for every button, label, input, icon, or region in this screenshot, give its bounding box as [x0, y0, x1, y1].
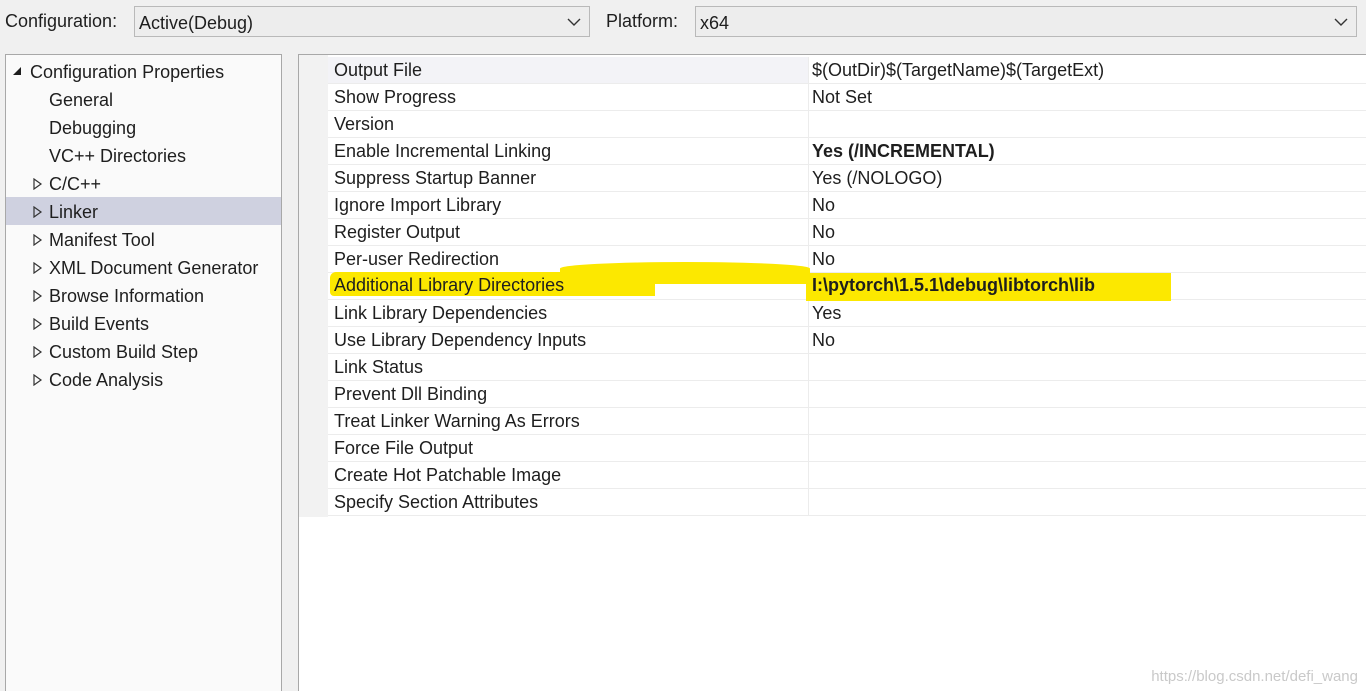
triangle-right-icon[interactable]: [33, 374, 43, 386]
tree-item-label: Configuration Properties: [30, 62, 225, 82]
tree-item-label: Browse Information: [49, 286, 205, 306]
tree-item-xml-document-generator[interactable]: XML Document Generator: [6, 253, 281, 281]
property-value[interactable]: No: [812, 219, 835, 248]
property-row-link-library-dependencies[interactable]: Link Library Dependencies Yes: [328, 300, 1366, 327]
property-value[interactable]: $(OutDir)$(TargetName)$(TargetExt): [812, 57, 1104, 86]
property-value[interactable]: Yes (/NOLOGO): [812, 165, 942, 194]
triangle-right-icon[interactable]: [33, 262, 43, 274]
property-name: Specify Section Attributes: [334, 492, 539, 512]
configuration-label: Configuration:: [5, 11, 118, 31]
tree-item-label: Build Events: [49, 314, 150, 334]
property-row-treat-linker-warning-as-errors[interactable]: Treat Linker Warning As Errors: [328, 408, 1366, 435]
chevron-down-icon: [1334, 18, 1348, 26]
property-row-specify-section-attributes[interactable]: Specify Section Attributes: [328, 489, 1366, 516]
triangle-right-icon[interactable]: [33, 234, 43, 246]
property-name: Show Progress: [334, 87, 457, 107]
property-name: Register Output: [334, 222, 461, 242]
triangle-down-icon[interactable]: [12, 66, 22, 78]
property-row-link-status[interactable]: Link Status: [328, 354, 1366, 381]
property-name: Output File: [328, 57, 808, 83]
tree-item-label: XML Document Generator: [49, 258, 259, 278]
property-value[interactable]: No: [812, 327, 835, 356]
property-row-per-user-redirection[interactable]: Per-user Redirection No: [328, 246, 1366, 273]
property-grid: Output File $(OutDir)$(TargetName)$(Targ…: [298, 54, 1366, 691]
property-name: Version: [334, 114, 395, 134]
tree-item-label: VC++ Directories: [49, 146, 187, 166]
property-name: Suppress Startup Banner: [334, 168, 537, 188]
property-row-register-output[interactable]: Register Output No: [328, 219, 1366, 246]
tree-item-label: Manifest Tool: [49, 230, 155, 250]
property-grid-gutter: [299, 55, 328, 517]
property-name: Link Library Dependencies: [334, 303, 548, 323]
property-name: Force File Output: [334, 438, 474, 458]
tree-item-browse-information[interactable]: Browse Information: [6, 281, 281, 309]
property-row-additional-library-directories[interactable]: Additional Library Directories I:\pytorc…: [328, 272, 1366, 299]
tree-item-manifest-tool[interactable]: Manifest Tool: [6, 225, 281, 253]
platform-dropdown[interactable]: x64: [695, 6, 1357, 37]
property-name: Prevent Dll Binding: [334, 384, 488, 404]
property-name: Treat Linker Warning As Errors: [334, 411, 580, 431]
property-name: Enable Incremental Linking: [334, 141, 552, 161]
tree-item-label: Code Analysis: [49, 370, 164, 390]
triangle-right-icon[interactable]: [33, 346, 43, 358]
property-category-tree: Configuration Properties General Debuggi…: [5, 54, 282, 691]
property-name: Link Status: [334, 357, 424, 377]
property-row-version[interactable]: Version: [328, 111, 1366, 138]
tree-item-build-events[interactable]: Build Events: [6, 309, 281, 337]
property-row-create-hot-patchable-image[interactable]: Create Hot Patchable Image: [328, 462, 1366, 489]
property-name: Create Hot Patchable Image: [334, 465, 562, 485]
property-name: Ignore Import Library: [334, 195, 502, 215]
configuration-dropdown[interactable]: Active(Debug): [134, 6, 590, 37]
property-row-output-file[interactable]: Output File $(OutDir)$(TargetName)$(Targ…: [328, 57, 1366, 84]
property-row-enable-incremental-linking[interactable]: Enable Incremental Linking Yes (/INCREME…: [328, 138, 1366, 165]
tree-item-linker[interactable]: Linker: [6, 197, 281, 225]
tree-item-general[interactable]: General: [6, 85, 281, 113]
tree-item-label: Linker: [49, 202, 99, 222]
property-row-prevent-dll-binding[interactable]: Prevent Dll Binding: [328, 381, 1366, 408]
tree-item-debugging[interactable]: Debugging: [6, 113, 281, 141]
property-name: Use Library Dependency Inputs: [334, 330, 587, 350]
platform-value: x64: [700, 13, 730, 33]
watermark: https://blog.csdn.net/defi_wang: [1151, 668, 1358, 685]
property-row-use-library-dependency-inputs[interactable]: Use Library Dependency Inputs No: [328, 327, 1366, 354]
chevron-down-icon: [567, 18, 581, 26]
property-row-suppress-startup-banner[interactable]: Suppress Startup Banner Yes (/NOLOGO): [328, 165, 1366, 192]
tree-item-configuration-properties[interactable]: Configuration Properties: [6, 57, 281, 85]
property-value[interactable]: Yes (/INCREMENTAL): [812, 138, 995, 167]
property-row-show-progress[interactable]: Show Progress Not Set: [328, 84, 1366, 111]
configuration-toolbar: Configuration: Active(Debug) Platform: x…: [0, 0, 1366, 50]
triangle-right-icon[interactable]: [33, 290, 43, 302]
tree-item-label: Debugging: [49, 118, 137, 138]
property-row-force-file-output[interactable]: Force File Output: [328, 435, 1366, 462]
platform-label: Platform:: [606, 11, 679, 31]
tree-item-vc-directories[interactable]: VC++ Directories: [6, 141, 281, 169]
tree-item-label: Custom Build Step: [49, 342, 199, 362]
property-value[interactable]: No: [812, 246, 835, 275]
tree-item-label: General: [49, 90, 114, 110]
triangle-right-icon[interactable]: [33, 178, 43, 190]
property-name: Additional Library Directories: [334, 275, 565, 295]
configuration-value: Active(Debug): [139, 13, 254, 33]
tree-item-label: C/C++: [49, 174, 102, 194]
property-value[interactable]: I:\pytorch\1.5.1\debug\libtorch\lib: [812, 275, 1095, 296]
property-value[interactable]: Not Set: [812, 84, 872, 113]
triangle-right-icon[interactable]: [33, 318, 43, 330]
property-row-ignore-import-library[interactable]: Ignore Import Library No: [328, 192, 1366, 219]
tree-item-c-cpp[interactable]: C/C++: [6, 169, 281, 197]
triangle-right-icon[interactable]: [33, 206, 43, 218]
tree-item-code-analysis[interactable]: Code Analysis: [6, 365, 281, 393]
property-value[interactable]: No: [812, 192, 835, 221]
property-value[interactable]: Yes: [812, 300, 841, 329]
tree-item-custom-build-step[interactable]: Custom Build Step: [6, 337, 281, 365]
